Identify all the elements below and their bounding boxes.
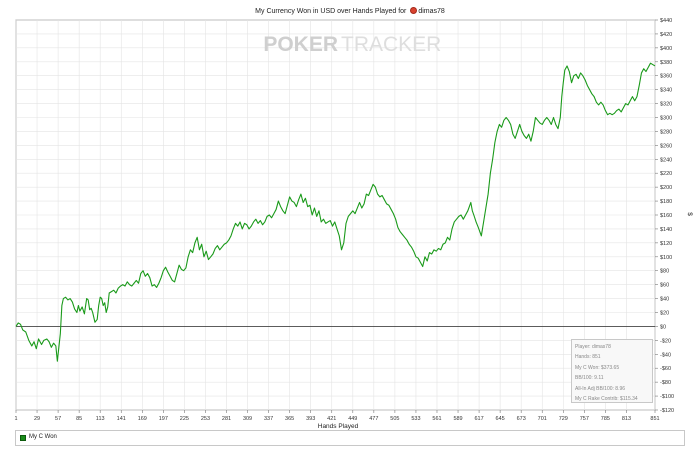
x-tick-label: 337 [264,416,273,422]
x-tick-label: 393 [306,416,315,422]
x-tick-label: 1 [14,416,17,422]
x-tick-label: 477 [369,416,378,422]
y-tick-label: $280 [660,129,672,135]
y-tick-label: -$120 [660,408,674,414]
x-tick-label: 225 [180,416,189,422]
y-tick-label: $60 [660,283,669,289]
y-tick-label: -$40 [660,352,671,358]
legend: My C Won [15,430,685,446]
x-tick-label: 421 [327,416,336,422]
y-tick-label: $100 [660,255,672,261]
y-axis-label: $ [686,212,693,216]
y-tick-label: $400 [660,46,672,52]
y-tick-label: $300 [660,116,672,122]
x-tick-label: 729 [559,416,568,422]
y-tick-label: $380 [660,60,672,66]
y-tick-label: -$100 [660,394,674,400]
y-tick-label: $240 [660,157,672,163]
x-tick-label: 813 [622,416,631,422]
y-tick-label: -$20 [660,338,671,344]
x-tick-label: 617 [474,416,483,422]
y-tick-label: $0 [660,324,666,330]
x-tick-label: 29 [34,416,40,422]
y-tick-label: $340 [660,88,672,94]
x-tick-label: 533 [411,416,420,422]
x-tick-label: 365 [285,416,294,422]
x-tick-label: 141 [117,416,126,422]
stats-won: My C Won: $373.65 [575,364,620,371]
y-tick-label: $180 [660,199,672,205]
x-tick-label: 589 [453,416,462,422]
x-tick-label: 253 [201,416,210,422]
stats-rake: My C Rake Contrib: $115.34 [575,396,638,403]
x-tick-label: 701 [538,416,547,422]
y-tick-label: $120 [660,241,672,247]
watermark-tracker: TRACKER [341,33,441,56]
y-tick-label: $320 [660,102,672,108]
y-tick-label: $200 [660,185,672,191]
stats-allin-bb100: All-In Adj BB/100: 8.96 [575,385,626,392]
stats-bb100: BB/100: 9.11 [575,375,604,382]
stats-player: Player: dimas78 [575,344,611,350]
y-tick-label: $40 [660,297,669,303]
y-tick-label: $260 [660,143,672,149]
y-tick-label: -$80 [660,380,671,386]
y-tick-label: $440 [660,18,672,24]
y-tick-label: $160 [660,213,672,219]
x-tick-label: 561 [432,416,441,422]
stats-hands: Hands: 851 [575,354,601,361]
y-tick-label: $220 [660,171,672,177]
x-tick-label: 673 [517,416,526,422]
x-tick-label: 851 [650,416,659,422]
stats-panel: Player: dimas78 Hands: 851 My C Won: $37… [571,339,653,403]
y-tick-label: $80 [660,269,669,275]
x-tick-label: 85 [76,416,82,422]
y-tick-label: $20 [660,311,669,317]
x-tick-label: 309 [243,416,252,422]
y-tick-label: $140 [660,227,672,233]
y-tick-label: $360 [660,74,672,80]
legend-swatch [20,435,26,441]
x-tick-label: 505 [390,416,399,422]
y-tick-label: -$60 [660,366,671,372]
x-tick-label: 757 [580,416,589,422]
legend-label: My C Won [29,434,57,440]
x-tick-label: 645 [496,416,505,422]
x-tick-label: 57 [55,416,61,422]
x-tick-label: 169 [138,416,147,422]
y-tick-label: $420 [660,32,672,38]
x-tick-label: 197 [159,416,168,422]
watermark-poker: POKER [263,33,338,56]
x-tick-label: 785 [601,416,610,422]
x-axis-label: Hands Played [318,423,359,430]
grid-layer [15,19,656,411]
x-tick-label: 281 [222,416,231,422]
x-tick-label: 449 [348,416,357,422]
x-tick-label: 113 [96,416,105,422]
